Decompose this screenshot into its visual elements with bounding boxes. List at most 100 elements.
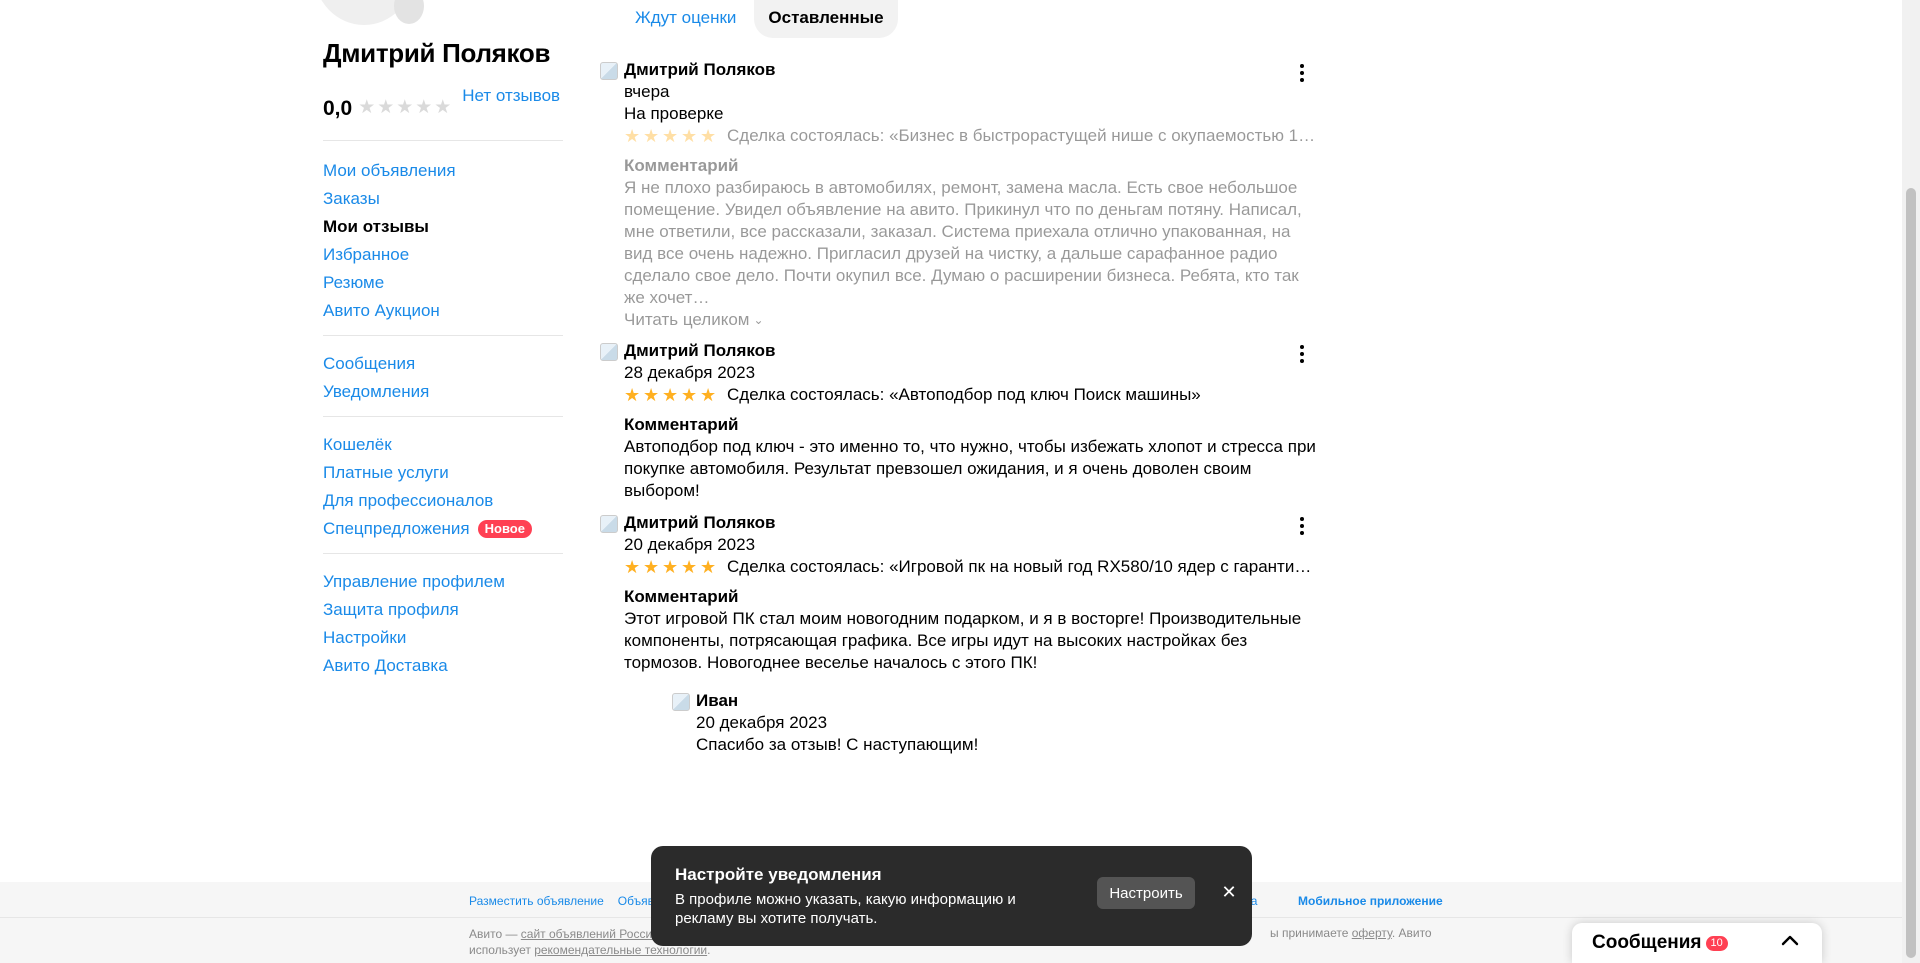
- sidebar-group: Кошелёк Платные услуги Для профессионалов С…: [323, 417, 563, 553]
- author-avatar: [600, 515, 618, 533]
- star-icon: ★: [358, 97, 376, 118]
- star-icon: ★: [624, 126, 641, 146]
- legal-line2-prefix: использует: [469, 943, 535, 957]
- toast-text: В профиле можно указать, какую информаци…: [675, 891, 1016, 927]
- reply-author-avatar: [672, 693, 690, 711]
- review-status: На проверке: [624, 104, 724, 123]
- sidebar-item[interactable]: Заказы: [323, 185, 563, 213]
- messages-count-badge: 10: [1705, 935, 1728, 951]
- sidebar-item-label: Платные услуги: [323, 463, 449, 482]
- read-more-link[interactable]: Читать целиком ⌄: [624, 309, 1320, 331]
- sidebar-item[interactable]: Резюме: [323, 269, 563, 297]
- sidebar-group: Сообщения Уведомления: [323, 336, 563, 416]
- comment-title: Комментарий: [624, 587, 739, 606]
- seller-reply: Иван 20 декабря 2023 Спасибо за отзыв! С…: [672, 690, 1320, 756]
- star-icon: ★: [624, 557, 641, 577]
- sidebar-item-label: Настройки: [323, 628, 407, 647]
- legal-right-end: . Авито: [1391, 926, 1432, 940]
- review-author[interactable]: Дмитрий Поляков: [624, 59, 1320, 81]
- no-reviews-link[interactable]: Нет отзывов: [462, 84, 560, 108]
- sidebar: Дмитрий Поляков 0,0 ★ ★ ★ ★ ★ Нет отзыво…: [323, 38, 563, 690]
- review-date: вчера: [624, 82, 670, 101]
- more-vertical-icon[interactable]: [1292, 516, 1312, 536]
- star-icon: ★: [662, 126, 679, 146]
- close-icon[interactable]: ✕: [1217, 880, 1241, 904]
- sidebar-item[interactable]: Кошелёк: [323, 431, 563, 459]
- sidebar-item[interactable]: Платные услуги: [323, 459, 563, 487]
- deal-title: Сделка состоялась: «Бизнес в быстрорасту…: [727, 126, 1320, 145]
- footer-links: Разместить объявление Объяв: [469, 894, 654, 908]
- star-icon: ★: [700, 557, 717, 577]
- page: Дмитрий Поляков 0,0 ★ ★ ★ ★ ★ Нет отзыво…: [0, 0, 1902, 963]
- sidebar-item-label: Резюме: [323, 273, 385, 292]
- legal-site-link[interactable]: сайт объявлений России: [521, 927, 659, 941]
- comment-title: Комментарий: [624, 156, 739, 175]
- star-icon: ★: [681, 126, 698, 146]
- comment-text: Этот игровой ПК стал моим новогодним под…: [624, 609, 1302, 672]
- sidebar-item[interactable]: Управление профилем: [323, 568, 563, 596]
- sidebar-item[interactable]: Сообщения: [323, 350, 563, 378]
- comment-title: Комментарий: [624, 415, 739, 434]
- deal-row: ★ ★ ★ ★ ★ Сделка состоялась: «Автоподбор…: [624, 384, 1320, 406]
- rating-stars: ★ ★ ★ ★ ★: [358, 98, 453, 118]
- new-badge: Новое: [477, 520, 532, 538]
- chevron-down-icon: ⌄: [753, 313, 764, 327]
- star-icon: ★: [377, 97, 395, 118]
- reviews-list: Дмитрий Поляков вчера На проверке ★ ★ ★ …: [600, 59, 1320, 756]
- review-author[interactable]: Дмитрий Поляков: [624, 340, 1320, 362]
- review-author[interactable]: Дмитрий Поляков: [624, 512, 1320, 534]
- deal-row: ★ ★ ★ ★ ★ Сделка состоялась: «Игровой пк…: [624, 556, 1320, 578]
- footer-legal-right: ы принимаете оферту. Авито: [1270, 926, 1432, 940]
- more-vertical-icon[interactable]: [1292, 344, 1312, 364]
- reply-date: 20 декабря 2023: [696, 713, 828, 732]
- page-scrollbar[interactable]: [1902, 0, 1920, 963]
- sidebar-item[interactable]: Уведомления: [323, 378, 563, 406]
- sidebar-item[interactable]: Спецпредложения Новое: [323, 515, 563, 543]
- messages-widget[interactable]: Сообщения 10: [1572, 923, 1822, 963]
- star-icon: ★: [624, 385, 641, 405]
- scrollbar-thumb[interactable]: [1906, 188, 1916, 958]
- sidebar-item-label: Авито Аукцион: [323, 301, 440, 320]
- sidebar-item[interactable]: Мои объявления: [323, 157, 563, 185]
- footer-post-ad-link[interactable]: Разместить объявление: [469, 894, 604, 908]
- sidebar-item-label: Сообщения: [323, 354, 416, 373]
- star-icon: ★: [662, 385, 679, 405]
- read-more-label: Читать целиком: [624, 310, 750, 329]
- reviews-tabs: Ждут оценки Оставленные: [621, 0, 898, 38]
- review-date: 28 декабря 2023: [624, 363, 756, 382]
- configure-button[interactable]: Настроить: [1097, 877, 1195, 909]
- sidebar-item[interactable]: Авито Доставка: [323, 652, 563, 680]
- sidebar-item-label: Спецпредложения: [323, 519, 470, 538]
- review-item: Дмитрий Поляков 20 декабря 2023 ★ ★ ★ ★ …: [600, 512, 1320, 756]
- chevron-up-icon[interactable]: [1780, 931, 1800, 951]
- sidebar-item[interactable]: Избранное: [323, 241, 563, 269]
- tab-awaiting[interactable]: Ждут оценки: [621, 0, 750, 38]
- sidebar-item[interactable]: Авито Аукцион: [323, 297, 563, 325]
- profile-name: Дмитрий Поляков: [323, 38, 551, 68]
- star-icon: ★: [434, 97, 452, 118]
- comment-text: Я не плохо разбираюсь в автомобилях, рем…: [624, 178, 1302, 307]
- sidebar-item-label: Для профессионалов: [323, 491, 494, 510]
- sidebar-item-label: Мои объявления: [323, 161, 456, 180]
- reply-author[interactable]: Иван: [696, 690, 1320, 712]
- legal-offer-link[interactable]: оферту: [1352, 926, 1392, 940]
- sidebar-item[interactable]: Защита профиля: [323, 596, 563, 624]
- comment-text: Автоподбор под ключ - это именно то, что…: [624, 437, 1316, 500]
- sidebar-item-label: Мои отзывы: [323, 217, 429, 236]
- review-item: Дмитрий Поляков 28 декабря 2023 ★ ★ ★ ★ …: [600, 340, 1320, 512]
- footer-ads-link[interactable]: Объяв: [618, 894, 654, 908]
- author-avatar: [600, 343, 618, 361]
- sidebar-item[interactable]: Для профессионалов: [323, 487, 563, 515]
- deal-row: ★ ★ ★ ★ ★ Сделка состоялась: «Бизнес в б…: [624, 125, 1320, 147]
- rating-value: 0,0: [323, 97, 353, 120]
- sidebar-item-label: Кошелёк: [323, 435, 392, 454]
- footer-mobile-app-link[interactable]: Мобильное приложение: [1298, 894, 1443, 908]
- sidebar-item-label: Управление профилем: [323, 572, 505, 591]
- more-vertical-icon[interactable]: [1292, 63, 1312, 83]
- notification-toast: Настройте уведомления В профиле можно ук…: [651, 846, 1252, 946]
- sidebar-item[interactable]: Настройки: [323, 624, 563, 652]
- sidebar-group: Управление профилем Защита профиля Настрой…: [323, 554, 563, 690]
- sidebar-group: Мои объявления Заказы Мои отзывы Избранное Р…: [323, 141, 563, 335]
- sidebar-item[interactable]: Мои отзывы: [323, 213, 563, 241]
- tab-left[interactable]: Оставленные: [754, 0, 898, 38]
